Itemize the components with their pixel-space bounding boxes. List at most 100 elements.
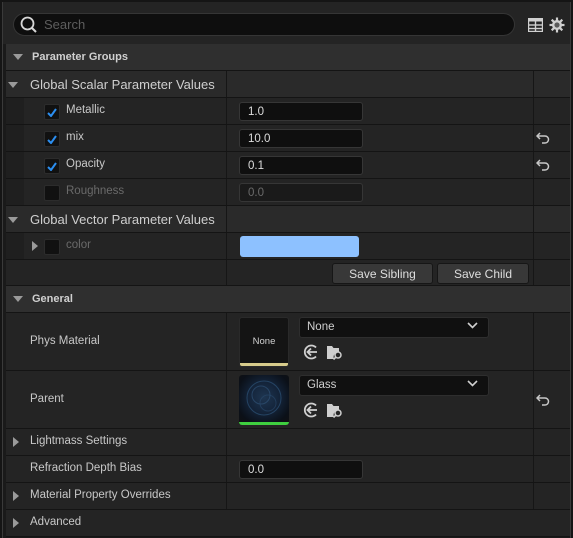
expand-arrow-icon [13,54,23,60]
column-divider [226,371,227,428]
column-divider [533,206,534,232]
category-label: Parameter Groups [32,51,128,63]
parent-row: Parent Glass [6,371,570,429]
column-divider [533,179,534,205]
override-checkbox[interactable] [44,131,60,147]
property-label: Refraction Depth Bias [30,462,142,474]
property-label: Parent [30,393,64,405]
param-label: Opacity [66,158,105,170]
reset-to-default-icon[interactable] [536,132,550,144]
asset-type-bar [239,422,289,425]
category-general[interactable]: General [6,286,570,313]
expand-arrow-icon [13,518,19,528]
dropdown-value: None [307,321,335,333]
checkmark-icon [47,161,57,171]
table-view-button[interactable] [526,16,544,34]
column-divider [533,98,534,124]
param-value-input[interactable]: 1.0 [239,102,363,121]
browse-asset-icon[interactable] [326,343,344,361]
param-label: color [66,239,91,251]
glass-sphere-preview-icon [246,380,282,416]
material-property-overrides-row[interactable]: Material Property Overrides [6,483,570,510]
refraction-depth-bias-row: Refraction Depth Bias 0.0 [6,456,570,483]
param-value-input[interactable]: 0.0 [239,183,363,202]
checkmark-icon [47,107,57,117]
column-divider [226,125,227,151]
override-checkbox[interactable] [44,185,60,201]
property-label: Lightmass Settings [30,435,128,447]
group-label: Global Vector Parameter Values [30,212,215,227]
expand-arrow-icon[interactable] [32,241,38,251]
column-divider [226,152,227,178]
column-divider [226,98,227,124]
expand-arrow-icon [13,296,23,302]
settings-button[interactable] [548,16,566,34]
use-selected-asset-icon[interactable] [302,401,320,419]
phys-material-dropdown[interactable]: None [299,317,489,338]
column-divider [226,71,227,97]
column-divider [226,483,227,509]
expand-arrow-icon [13,437,19,447]
search-box[interactable] [13,13,515,36]
indent [6,152,24,178]
toolbar [3,2,570,44]
use-selected-asset-icon[interactable] [302,343,320,361]
param-row-opacity: Opacity 0.1 [6,152,570,179]
param-row-metallic: Metallic 1.0 [6,98,570,125]
group-global-vector[interactable]: Global Vector Parameter Values [6,206,570,233]
indent [6,125,24,151]
override-checkbox[interactable] [44,158,60,174]
column-divider [226,456,227,482]
asset-thumbnail[interactable]: None [239,317,289,367]
advanced-row[interactable]: Advanced [6,510,570,537]
column-divider [226,233,227,259]
category-label: General [32,293,73,305]
param-value-input[interactable]: 0.1 [239,156,363,175]
chevron-down-icon [467,322,478,329]
column-divider [533,260,534,285]
column-divider [533,125,534,151]
save-buttons-row: Save Sibling Save Child [6,260,570,286]
column-divider [533,71,534,97]
color-swatch[interactable] [240,236,359,257]
asset-type-bar [240,363,288,366]
save-sibling-button[interactable]: Save Sibling [332,263,433,284]
reset-to-default-icon[interactable] [536,159,550,171]
phys-material-row: Phys Material None None [6,313,570,371]
column-divider [533,483,534,509]
indent [6,179,24,205]
column-divider [533,313,534,370]
refraction-depth-bias-input[interactable]: 0.0 [239,460,363,479]
parent-dropdown[interactable]: Glass [299,375,489,396]
expand-arrow-icon [13,491,19,501]
category-parameter-groups[interactable]: Parameter Groups [6,44,570,71]
search-input[interactable] [39,17,514,32]
param-label: Roughness [66,185,125,197]
column-divider [226,260,227,285]
group-global-scalar[interactable]: Global Scalar Parameter Values [6,71,570,98]
column-divider [226,206,227,232]
override-checkbox[interactable] [44,104,60,120]
param-label: Metallic [66,104,105,116]
override-checkbox[interactable] [44,239,60,255]
thumbnail-label: None [252,336,276,347]
column-divider [533,429,534,455]
chevron-down-icon [467,380,478,387]
save-child-button[interactable]: Save Child [437,263,529,284]
checkmark-icon [47,134,57,144]
column-divider [226,313,227,370]
column-divider [226,429,227,455]
param-row-roughness: Roughness 0.0 [6,179,570,206]
param-value-input[interactable]: 10.0 [239,129,363,148]
property-label: Phys Material [30,335,100,347]
column-divider [226,179,227,205]
indent [6,98,24,124]
browse-asset-icon[interactable] [326,401,344,419]
lightmass-settings-row[interactable]: Lightmass Settings [6,429,570,456]
reset-to-default-icon[interactable] [536,394,550,406]
search-icon [20,16,37,33]
param-label: mix [66,131,84,143]
parent-thumbnail[interactable] [239,375,289,425]
expand-arrow-icon [8,82,18,88]
column-divider [533,456,534,482]
